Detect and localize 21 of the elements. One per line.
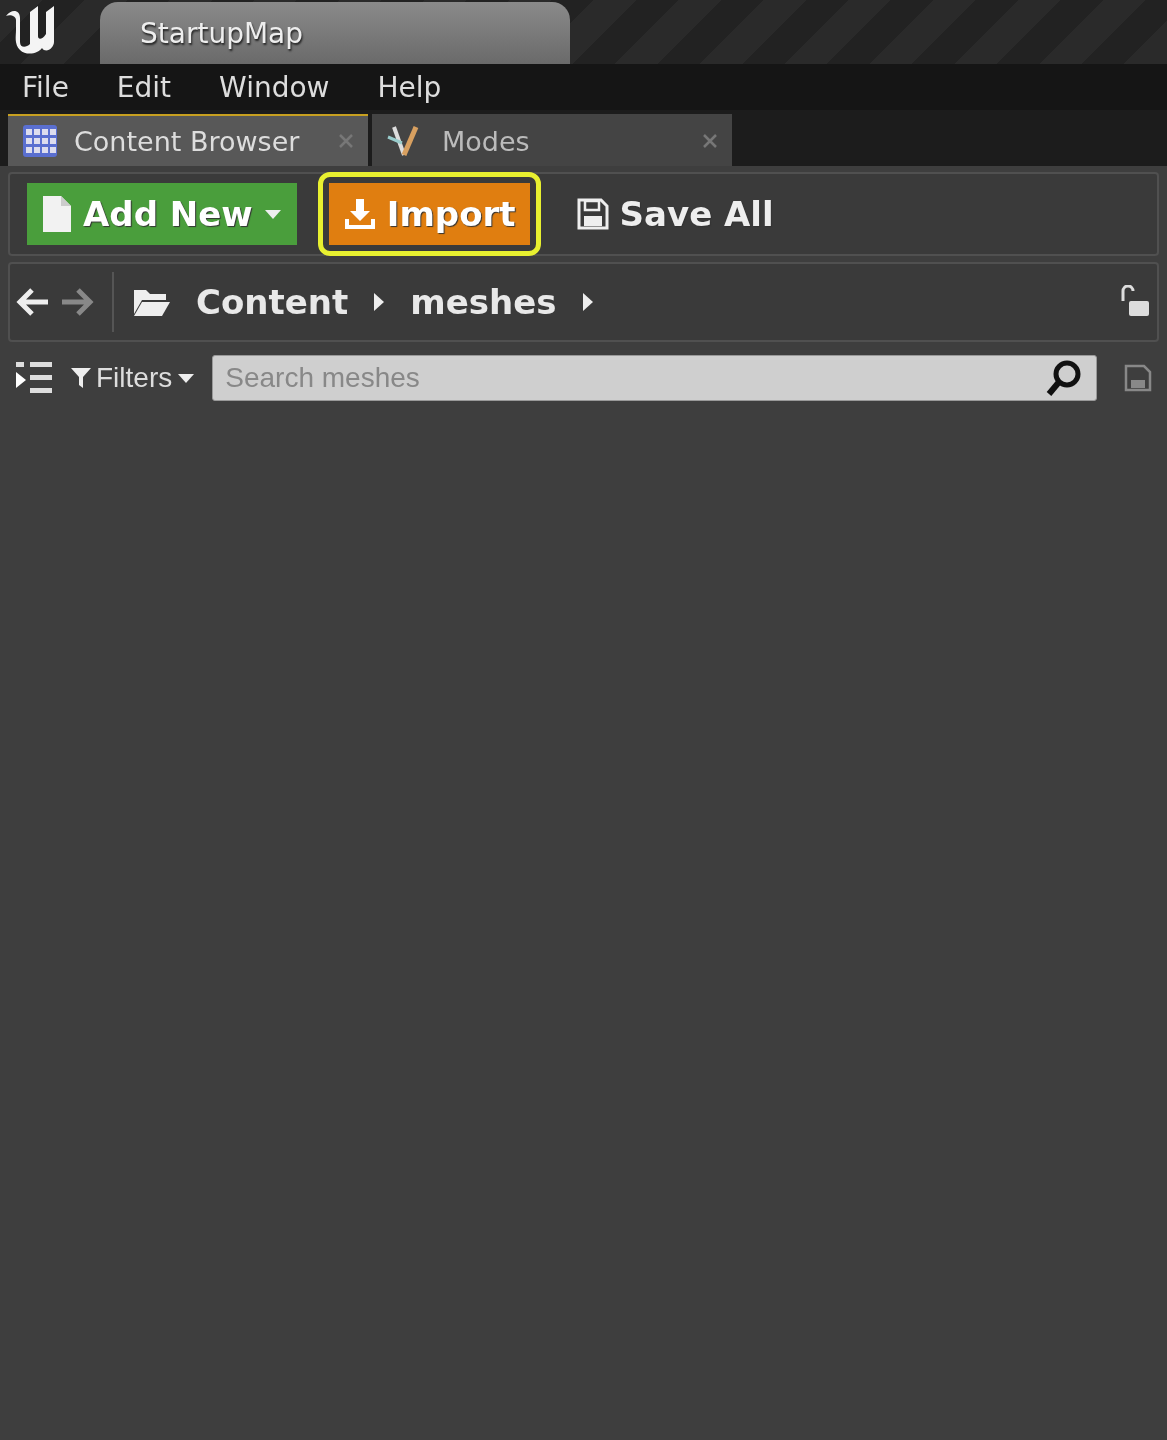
breadcrumb[interactable]: meshes (410, 282, 557, 322)
caret-icon (262, 207, 283, 221)
caret-icon (176, 371, 197, 385)
funnel-icon (70, 366, 92, 390)
document-tab[interactable]: StartupMap (100, 2, 570, 64)
panel-tab[interactable]: Content Browser (8, 114, 368, 166)
document-icon (41, 194, 73, 234)
menu-item[interactable]: File (22, 70, 69, 104)
breadcrumb[interactable]: Content (196, 282, 349, 322)
list-tree-icon[interactable] (14, 360, 54, 396)
menu-item[interactable]: Window (219, 70, 330, 104)
download-icon (342, 197, 377, 231)
filters-button[interactable]: Filters (64, 361, 203, 395)
panel-tab[interactable]: Modes (372, 114, 732, 166)
back-arrow-icon[interactable] (16, 287, 50, 317)
save-button[interactable]: Save All (561, 183, 788, 245)
menu-item[interactable]: Help (377, 70, 442, 104)
arrow-right-icon (580, 291, 595, 313)
search-field[interactable]: Search meshes (212, 355, 1097, 401)
menu-item[interactable]: Edit (116, 70, 172, 104)
grid-icon (22, 124, 58, 158)
